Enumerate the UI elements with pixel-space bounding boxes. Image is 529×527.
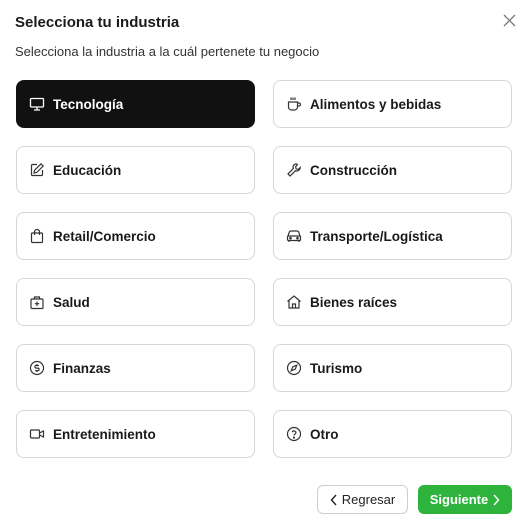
close-button[interactable] (500, 11, 518, 29)
medical-kit-icon (29, 294, 45, 310)
option-label: Bienes raíces (310, 294, 398, 310)
next-button[interactable]: Siguiente (418, 485, 512, 514)
dialog-footer: Regresar Siguiente (317, 485, 512, 514)
wrench-icon (286, 162, 302, 178)
next-button-label: Siguiente (429, 492, 489, 507)
option-turismo[interactable]: Turismo (273, 344, 512, 392)
option-label: Construcción (310, 162, 398, 178)
dollar-coin-icon (29, 360, 45, 376)
industry-dialog: Selecciona tu industria Selecciona la in… (0, 0, 529, 527)
compass-icon (286, 360, 302, 376)
option-transporte[interactable]: Transporte/Logística (273, 212, 512, 260)
industry-grid: Tecnología Alimentos y bebidas Educación… (16, 80, 512, 458)
option-educacion[interactable]: Educación (16, 146, 255, 194)
option-label: Retail/Comercio (53, 228, 156, 244)
option-finanzas[interactable]: Finanzas (16, 344, 255, 392)
back-button[interactable]: Regresar (317, 485, 408, 514)
option-label: Entretenimiento (53, 426, 156, 442)
option-retail[interactable]: Retail/Comercio (16, 212, 255, 260)
video-camera-icon (29, 426, 45, 442)
coffee-cup-icon (286, 96, 302, 112)
edit-icon (29, 162, 45, 178)
shopping-bag-icon (29, 228, 45, 244)
option-construccion[interactable]: Construcción (273, 146, 512, 194)
car-icon (286, 228, 302, 244)
dialog-subtitle: Selecciona la industria a la cuál perten… (15, 44, 320, 59)
close-icon[interactable] (503, 14, 516, 27)
option-salud[interactable]: Salud (16, 278, 255, 326)
option-label: Salud (53, 294, 90, 310)
help-circle-icon (286, 426, 302, 442)
dialog-title: Selecciona tu industria (15, 14, 180, 31)
option-label: Tecnología (53, 96, 124, 112)
option-alimentos[interactable]: Alimentos y bebidas (273, 80, 512, 128)
option-bienes-raices[interactable]: Bienes raíces (273, 278, 512, 326)
monitor-icon (29, 96, 45, 112)
house-icon (286, 294, 302, 310)
option-label: Otro (310, 426, 339, 442)
option-otro[interactable]: Otro (273, 410, 512, 458)
option-label: Transporte/Logística (310, 228, 443, 244)
chevron-left-icon (330, 494, 338, 506)
option-label: Educación (53, 162, 122, 178)
chevron-right-icon (492, 494, 500, 506)
back-button-label: Regresar (341, 492, 396, 507)
option-label: Alimentos y bebidas (310, 96, 442, 112)
option-label: Finanzas (53, 360, 111, 376)
option-label: Turismo (310, 360, 363, 376)
option-tecnologia[interactable]: Tecnología (16, 80, 255, 128)
option-entretenimiento[interactable]: Entretenimiento (16, 410, 255, 458)
